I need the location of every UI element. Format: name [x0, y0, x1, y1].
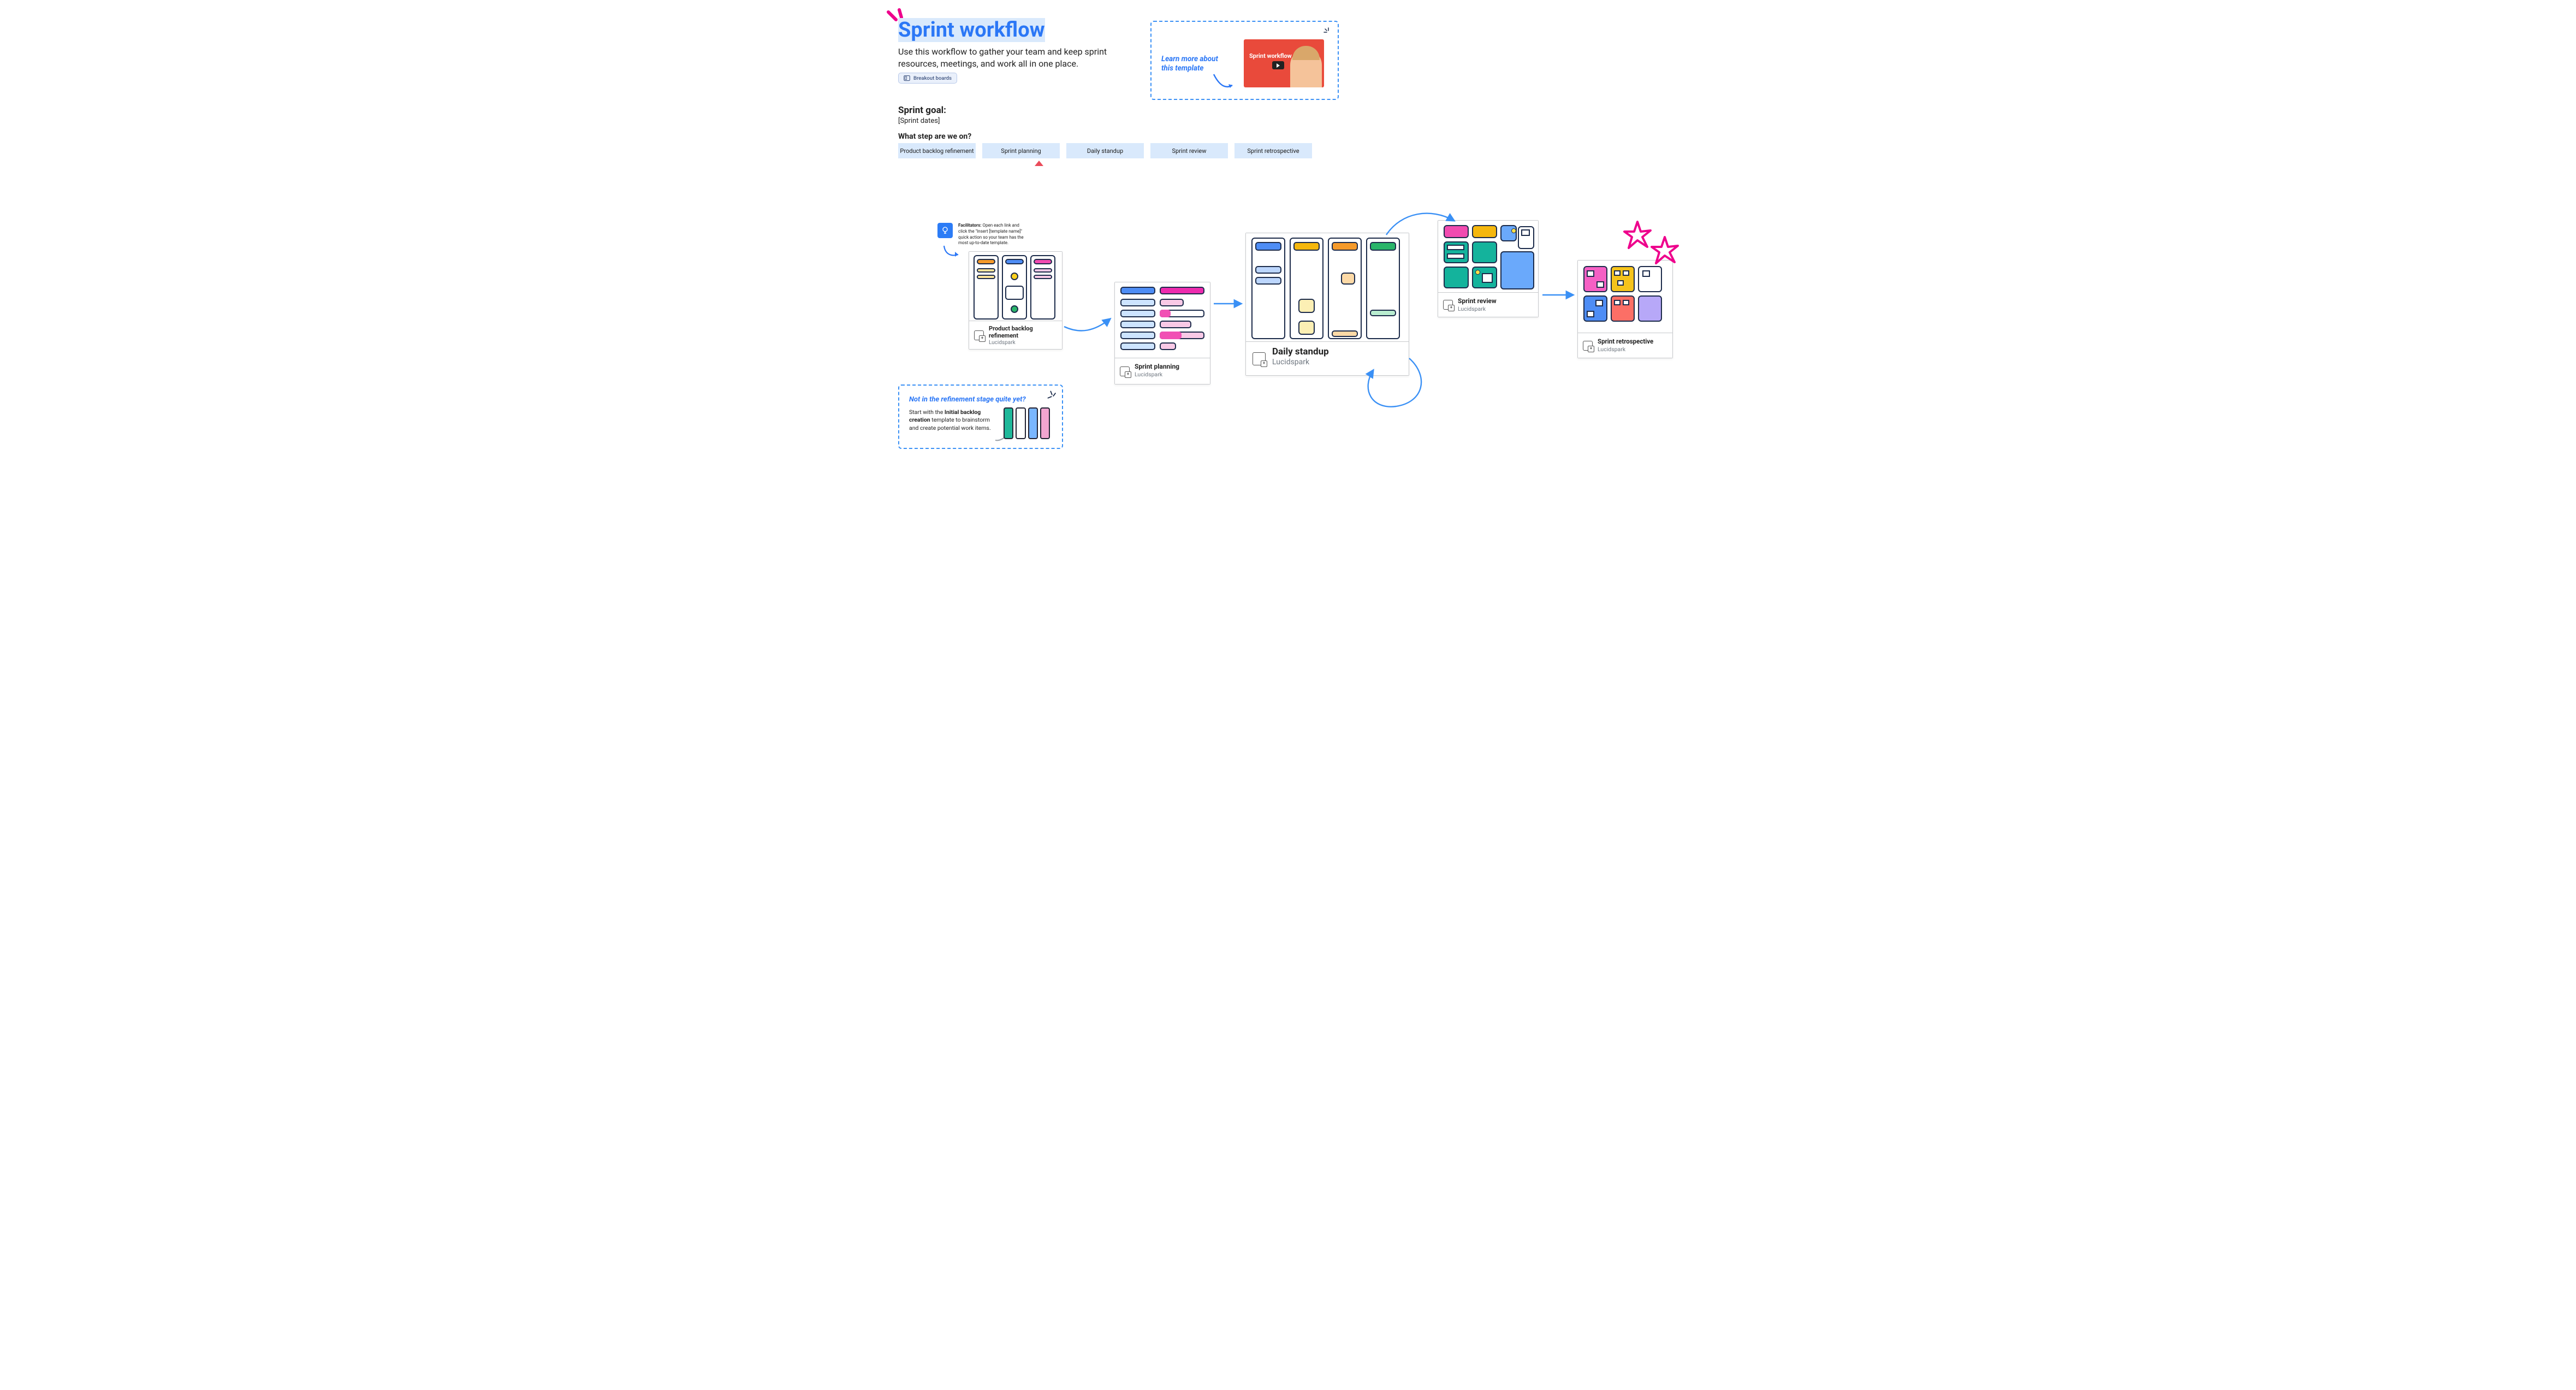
- initial-backlog-callout: Not in the refinement stage quite yet? S…: [898, 385, 1063, 449]
- sparkle-icon: [1047, 390, 1059, 402]
- card-product-backlog-refinement[interactable]: Product backlog refinement Lucidspark: [969, 251, 1063, 350]
- insert-template-icon: [1253, 352, 1266, 365]
- insert-template-icon: [1443, 300, 1453, 310]
- current-step-marker: [1035, 161, 1043, 166]
- sparkle-icon: [1323, 27, 1333, 37]
- step-sprint-retrospective[interactable]: Sprint retrospective: [1234, 143, 1312, 158]
- thumbnail: [1115, 282, 1210, 359]
- card-title: Sprint review: [1458, 297, 1533, 305]
- lightbulb-icon: [937, 223, 953, 238]
- insert-template-icon: [1120, 366, 1130, 376]
- curved-arrow-icon: [1210, 71, 1237, 93]
- card-sprint-planning[interactable]: Sprint planning Lucidspark: [1114, 282, 1210, 385]
- thumbnail: [969, 252, 1062, 322]
- hint-body: Start with the Initial backlog creation …: [909, 409, 999, 432]
- page-title: Sprint workflow: [898, 20, 1045, 42]
- step-sprint-planning[interactable]: Sprint planning: [982, 143, 1060, 158]
- card-subtitle: Lucidspark: [1598, 346, 1667, 353]
- play-icon: [1272, 61, 1284, 69]
- thumbnail: [1578, 261, 1672, 334]
- step-buttons: Product backlog refinement Sprint planni…: [898, 143, 1312, 158]
- card-subtitle: Lucidspark: [989, 340, 1056, 346]
- card-subtitle: Lucidspark: [1135, 371, 1204, 378]
- page-subtitle: Use this workflow to gather your team an…: [898, 46, 1111, 69]
- card-title: Sprint planning: [1135, 363, 1204, 370]
- step-product-backlog-refinement[interactable]: Product backlog refinement: [898, 143, 976, 158]
- card-subtitle: Lucidspark: [1458, 305, 1533, 312]
- presenter-avatar: [1290, 49, 1322, 87]
- insert-template-icon: [974, 330, 984, 340]
- card-subtitle: Lucidspark: [1272, 358, 1403, 366]
- hint-heading: Not in the refinement stage quite yet?: [909, 395, 1052, 404]
- learn-more-text: Learn more about this template: [1161, 55, 1221, 73]
- thumbnail: [1438, 221, 1538, 293]
- card-title: Sprint retrospective: [1598, 338, 1667, 345]
- facilitator-tip: Facilitators: Open each link and click t…: [937, 223, 1026, 246]
- sprint-goal-label: Sprint goal:: [898, 105, 946, 116]
- breakout-boards-button[interactable]: Breakout boards: [898, 73, 957, 84]
- sprint-dates: [Sprint dates]: [898, 117, 946, 125]
- step-sprint-review[interactable]: Sprint review: [1150, 143, 1228, 158]
- sprint-goal-section: Sprint goal: [Sprint dates]: [898, 105, 946, 125]
- tip-arrow-icon: [942, 245, 964, 261]
- card-sprint-retrospective[interactable]: Sprint retrospective Lucidspark: [1577, 260, 1673, 358]
- card-sprint-review[interactable]: Sprint review Lucidspark: [1438, 220, 1539, 317]
- video-thumbnail[interactable]: Sprint workflow template: [1244, 39, 1324, 87]
- learn-more-callout: Learn more about this template Sprint wo…: [1150, 21, 1339, 100]
- star-decoration-icon: [1622, 218, 1682, 268]
- card-daily-standup[interactable]: Daily standup Lucidspark: [1245, 233, 1409, 376]
- thumbnail: [1246, 233, 1409, 342]
- mini-thumbnail: [1004, 407, 1050, 439]
- breakout-boards-label: Breakout boards: [913, 75, 952, 81]
- step-daily-standup[interactable]: Daily standup: [1066, 143, 1144, 158]
- boards-icon: [904, 75, 910, 81]
- step-question: What step are we on?: [898, 132, 971, 141]
- card-title: Daily standup: [1272, 346, 1403, 357]
- insert-template-icon: [1583, 341, 1593, 351]
- card-title: Product backlog refinement: [989, 326, 1056, 339]
